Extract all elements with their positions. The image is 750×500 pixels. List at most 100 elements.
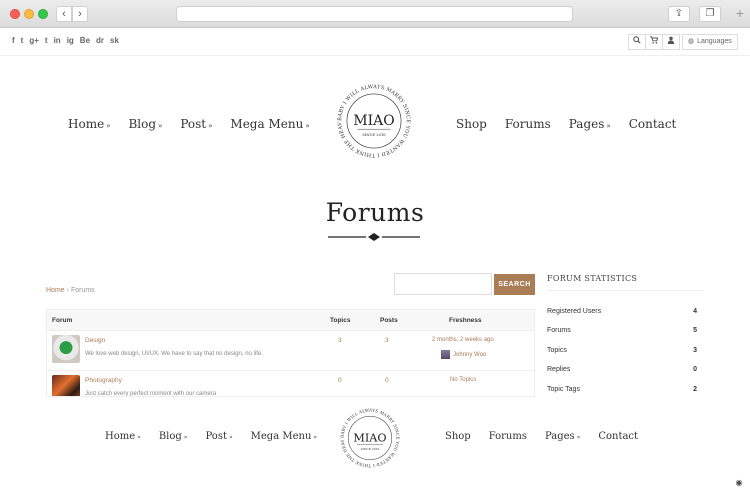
dropdown-arrow-icon: » [137, 434, 141, 441]
sticky-nav-item-pages[interactable]: Pages» [545, 431, 580, 442]
stat-row: Topics 3 [547, 347, 697, 354]
linkedin-icon[interactable]: in [54, 36, 61, 46]
forum-name-link[interactable]: Photography [85, 377, 122, 384]
sticky-nav-item-post[interactable]: Post» [205, 431, 232, 442]
miao-logo[interactable]: BABY I WILL ALWAYS MARRY SINCE YOU WANTE… [333, 80, 415, 162]
cart-icon[interactable] [645, 34, 663, 50]
dropdown-arrow-icon: » [606, 122, 611, 130]
title-ornament [328, 233, 420, 241]
tumblr-icon[interactable]: t [45, 36, 48, 46]
sticky-nav-item-blog[interactable]: Blog» [159, 431, 188, 442]
nav-item-home[interactable]: Home» [68, 117, 110, 131]
dropdown-arrow-icon: » [208, 122, 213, 130]
nav-label: Contact [598, 431, 639, 442]
close-window-button[interactable] [10, 9, 20, 19]
stat-row: Registered Users 4 [547, 308, 697, 315]
stat-value: 0 [693, 366, 697, 373]
freshness-link[interactable]: 2 months, 2 weeks ago [432, 337, 494, 343]
nav-item-post[interactable]: Post» [180, 117, 212, 131]
breadcrumb-separator: › [66, 287, 69, 294]
main-navigation: Home» Blog» Post» Mega Menu» BABY I WILL… [0, 56, 750, 196]
topic-count: 3 [338, 337, 342, 344]
forward-button[interactable]: › [72, 6, 88, 22]
browser-chrome: ‹ › ⇪ ❐ + [0, 0, 750, 28]
nav-label: Shop [456, 117, 487, 131]
dribbble-icon[interactable]: dr [96, 36, 104, 46]
stat-row: Topic Tags 2 [547, 386, 697, 393]
nav-item-shop[interactable]: Shop [456, 117, 487, 131]
logo-name: MIAO [353, 113, 394, 129]
twitter-icon[interactable]: t [21, 36, 24, 46]
stat-label: Replies [547, 366, 571, 373]
instagram-icon[interactable]: ig [67, 36, 74, 46]
nav-label: Post [180, 117, 207, 131]
nav-item-pages[interactable]: Pages» [569, 117, 611, 131]
sticky-nav-item-shop[interactable]: Shop [445, 431, 471, 442]
avatar [441, 350, 450, 359]
nav-item-forums[interactable]: Forums [505, 117, 551, 131]
column-header-forum: Forum [52, 317, 73, 324]
forum-thumbnail[interactable] [52, 335, 80, 363]
top-bar: f t g+ t in ig Be dr sk ◍ Languages [0, 28, 750, 56]
forum-name-link[interactable]: Design [85, 337, 105, 344]
tabs-icon[interactable]: ❐ [699, 6, 721, 22]
nav-label: Forums [504, 117, 551, 131]
page-title: Forums [325, 198, 425, 227]
post-count: 0 [385, 377, 389, 384]
breadcrumb: Home › Forums [46, 287, 95, 294]
nav-label: Home [68, 117, 105, 131]
new-tab-icon[interactable]: + [732, 6, 748, 22]
table-header: Forum Topics Posts Freshness [47, 310, 534, 331]
dropdown-arrow-icon: » [576, 434, 581, 441]
sticky-nav-item-forums[interactable]: Forums [489, 431, 527, 442]
nav-right: Shop Forums Pages» Contact [456, 117, 676, 131]
sticky-nav-item-home[interactable]: Home» [105, 431, 141, 442]
forum-description: We love web design, UI/UX. We have to sa… [85, 351, 263, 357]
back-button[interactable]: ‹ [56, 6, 72, 22]
address-bar[interactable] [176, 6, 573, 22]
nav-label: Mega Menu [250, 431, 312, 442]
sticky-nav-item-contact[interactable]: Contact [598, 431, 638, 442]
table-row: Photography Just catch every perfect mom… [47, 371, 534, 396]
nav-label: Contact [628, 117, 677, 131]
table-row: Design We love web design, UI/UX. We hav… [47, 331, 534, 371]
dropdown-arrow-icon: » [313, 434, 318, 441]
forum-thumbnail[interactable] [52, 375, 80, 396]
sticky-nav-left: Home» Blog» Post» Mega Menu» [105, 431, 317, 442]
sticky-miao-logo[interactable]: BABY I WILL ALWAYS MARRY SINCE YOU WANTE… [337, 405, 403, 471]
dropdown-arrow-icon: » [305, 122, 310, 130]
stat-value: 5 [693, 327, 697, 334]
globe-icon[interactable]: ◉ [732, 476, 746, 490]
skype-icon[interactable]: sk [110, 36, 119, 46]
page-header: Forums [0, 198, 750, 241]
share-icon[interactable]: ⇪ [668, 6, 690, 22]
stat-label: Topic Tags [547, 386, 580, 393]
behance-icon[interactable]: Be [80, 36, 90, 46]
languages-button[interactable]: ◍ Languages [682, 34, 738, 50]
freshness-text: No Topics [450, 377, 477, 383]
logo-name: MIAO [353, 431, 386, 444]
minimize-window-button[interactable] [24, 9, 34, 19]
widget-title: FORUM STATISTICS [547, 274, 638, 283]
stat-value: 3 [693, 347, 697, 354]
stat-row: Forums 5 [547, 327, 697, 334]
search-button[interactable]: SEARCH [494, 274, 535, 295]
nav-item-blog[interactable]: Blog» [128, 117, 162, 131]
forum-table: Forum Topics Posts Freshness Design We l… [46, 309, 535, 397]
nav-item-contact[interactable]: Contact [629, 117, 677, 131]
sticky-nav-item-mega-menu[interactable]: Mega Menu» [251, 431, 317, 442]
social-links: f t g+ t in ig Be dr sk [12, 36, 119, 46]
forum-search-input[interactable] [394, 273, 492, 295]
maximize-window-button[interactable] [38, 9, 48, 19]
user-icon[interactable] [662, 34, 680, 50]
nav-item-mega-menu[interactable]: Mega Menu» [230, 117, 309, 131]
facebook-icon[interactable]: f [12, 36, 15, 46]
nav-label: Blog [158, 431, 182, 442]
stat-row: Replies 0 [547, 366, 697, 373]
column-header-topics: Topics [330, 317, 351, 324]
search-icon[interactable] [628, 34, 646, 50]
languages-label: Languages [697, 38, 732, 45]
google-plus-icon[interactable]: g+ [29, 36, 39, 46]
author-link[interactable]: Johnny Woo [441, 350, 486, 359]
breadcrumb-home-link[interactable]: Home [46, 287, 65, 294]
